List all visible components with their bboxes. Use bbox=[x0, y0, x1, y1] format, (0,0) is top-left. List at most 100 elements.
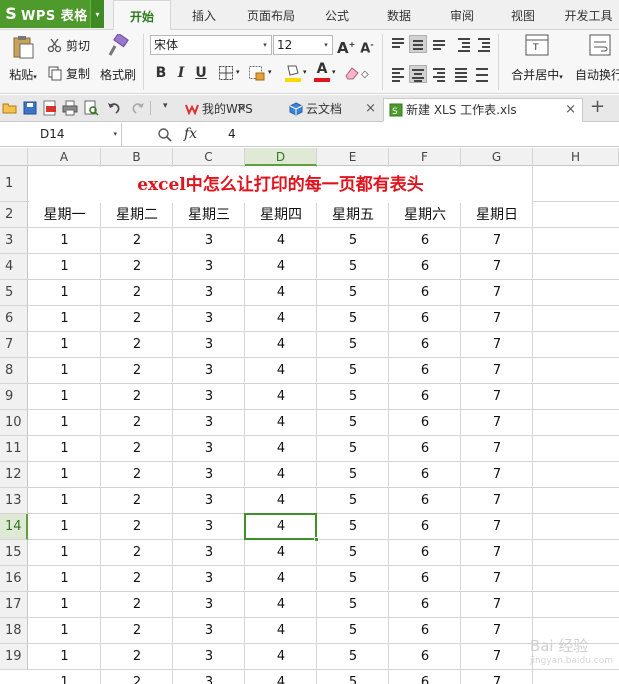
data-cell[interactable]: 2 bbox=[101, 254, 173, 280]
data-cell[interactable]: 5 bbox=[317, 228, 389, 254]
data-cell[interactable]: 4 bbox=[245, 306, 317, 332]
decrease-indent-icon[interactable] bbox=[455, 35, 473, 53]
fill-color-dropdown-icon[interactable]: ▾ bbox=[303, 68, 307, 76]
row-header-2[interactable]: 2 bbox=[0, 202, 28, 228]
data-cell[interactable]: 7 bbox=[461, 384, 533, 410]
data-cell[interactable]: 7 bbox=[461, 228, 533, 254]
data-cell[interactable]: 6 bbox=[389, 332, 461, 358]
data-cell[interactable]: 2 bbox=[101, 384, 173, 410]
new-tab-button[interactable]: + bbox=[590, 96, 605, 117]
row-header-7[interactable]: 7 bbox=[0, 332, 28, 358]
data-cell[interactable]: 3 bbox=[173, 332, 245, 358]
data-cell[interactable]: 6 bbox=[389, 488, 461, 514]
borders-dropdown-icon[interactable]: ▾ bbox=[236, 68, 240, 76]
open-folder-icon[interactable] bbox=[2, 100, 18, 116]
spreadsheet-grid[interactable]: ABCDEFGH 1 2 3 4 5 6 7 8 9 10 11 12 13 14 15 16 17 18 19 星期… bbox=[0, 148, 619, 684]
data-cell[interactable]: 6 bbox=[389, 254, 461, 280]
data-cell[interactable]: 1 bbox=[28, 514, 101, 540]
copy-button[interactable]: 复制 bbox=[47, 63, 90, 83]
select-all-corner[interactable] bbox=[0, 148, 28, 166]
data-cell[interactable]: 2 bbox=[101, 592, 173, 618]
data-cell[interactable]: 1 bbox=[28, 670, 101, 684]
column-header-e[interactable]: E bbox=[317, 148, 389, 166]
insert-function-button[interactable]: fx bbox=[184, 123, 197, 146]
data-cell[interactable]: 3 bbox=[173, 384, 245, 410]
data-cell[interactable]: 1 bbox=[28, 410, 101, 436]
font-color-icon[interactable]: A bbox=[314, 62, 330, 82]
data-cell[interactable]: 6 bbox=[389, 566, 461, 592]
data-cell[interactable]: 1 bbox=[28, 462, 101, 488]
data-cell[interactable]: 1 bbox=[28, 644, 101, 670]
doc-tab-cloud-docs[interactable]: 云文档 × bbox=[284, 98, 382, 122]
header-cell[interactable]: 星期三 bbox=[173, 202, 245, 228]
data-cell[interactable]: 2 bbox=[101, 644, 173, 670]
align-center-icon[interactable] bbox=[409, 65, 427, 83]
align-bottom-icon[interactable] bbox=[430, 35, 448, 53]
data-cell[interactable]: 3 bbox=[173, 228, 245, 254]
data-cell[interactable]: 5 bbox=[317, 436, 389, 462]
print-preview-icon[interactable] bbox=[83, 100, 99, 116]
data-cell[interactable]: 3 bbox=[173, 644, 245, 670]
active-cell-selection[interactable] bbox=[244, 513, 319, 542]
data-cell[interactable]: 7 bbox=[461, 644, 533, 670]
row-header-17[interactable]: 17 bbox=[0, 592, 28, 618]
data-cell[interactable]: 7 bbox=[461, 514, 533, 540]
data-cell[interactable]: 6 bbox=[389, 358, 461, 384]
column-header-f[interactable]: F bbox=[389, 148, 461, 166]
tab-insert[interactable]: 插入 bbox=[178, 0, 230, 29]
paste-button[interactable]: 粘贴▾ bbox=[4, 34, 42, 90]
row-header-16[interactable]: 16 bbox=[0, 566, 28, 592]
header-cell[interactable]: 星期六 bbox=[389, 202, 461, 228]
row-header-1[interactable]: 1 bbox=[0, 166, 28, 202]
wps-app-menu-button[interactable]: S WPS 表格 ▾ bbox=[0, 0, 104, 28]
data-cell[interactable]: 4 bbox=[245, 228, 317, 254]
data-cell[interactable]: 5 bbox=[317, 644, 389, 670]
data-cell[interactable]: 6 bbox=[389, 514, 461, 540]
cut-button[interactable]: 剪切 bbox=[47, 35, 90, 55]
data-cell[interactable]: 7 bbox=[461, 618, 533, 644]
data-cell[interactable]: 4 bbox=[245, 358, 317, 384]
font-size-select[interactable]: 12 ▾ bbox=[273, 35, 333, 55]
data-cell[interactable]: 5 bbox=[317, 540, 389, 566]
data-cell[interactable]: 3 bbox=[173, 436, 245, 462]
underline-button[interactable]: U bbox=[192, 64, 210, 82]
data-cell[interactable]: 4 bbox=[245, 566, 317, 592]
row-header-4[interactable]: 4 bbox=[0, 254, 28, 280]
data-cell[interactable]: 6 bbox=[389, 410, 461, 436]
data-cell[interactable]: 6 bbox=[389, 436, 461, 462]
header-cell[interactable]: 星期一 bbox=[28, 202, 101, 228]
cell-style-dropdown-icon[interactable]: ▾ bbox=[268, 68, 272, 76]
data-cell[interactable]: 2 bbox=[101, 410, 173, 436]
row-header-3[interactable]: 3 bbox=[0, 228, 28, 254]
data-cell[interactable]: 4 bbox=[245, 384, 317, 410]
data-cell[interactable]: 3 bbox=[173, 462, 245, 488]
print-icon[interactable] bbox=[62, 100, 78, 116]
data-cell[interactable]: 5 bbox=[317, 332, 389, 358]
data-cell[interactable]: 3 bbox=[173, 410, 245, 436]
data-cell[interactable]: 4 bbox=[245, 462, 317, 488]
data-cell[interactable]: 7 bbox=[461, 436, 533, 462]
data-cell[interactable]: 6 bbox=[389, 306, 461, 332]
fill-color-icon[interactable] bbox=[284, 63, 302, 83]
column-header-c[interactable]: C bbox=[173, 148, 245, 166]
data-cell[interactable]: 6 bbox=[389, 228, 461, 254]
data-cell[interactable]: 2 bbox=[101, 514, 173, 540]
tab-review[interactable]: 审阅 bbox=[438, 0, 486, 29]
data-cell[interactable]: 3 bbox=[173, 254, 245, 280]
data-cell[interactable]: 4 bbox=[245, 592, 317, 618]
data-cell[interactable]: 5 bbox=[317, 280, 389, 306]
column-header-d[interactable]: D bbox=[245, 148, 317, 166]
data-cell[interactable]: 5 bbox=[317, 410, 389, 436]
data-cell[interactable]: 5 bbox=[317, 670, 389, 684]
undo-icon[interactable] bbox=[106, 100, 122, 116]
increase-indent-icon[interactable] bbox=[475, 35, 493, 53]
data-cell[interactable]: 3 bbox=[173, 488, 245, 514]
bold-button[interactable]: B bbox=[152, 64, 170, 82]
data-cell[interactable]: 5 bbox=[317, 618, 389, 644]
row-header-14[interactable]: 14 bbox=[0, 514, 28, 540]
data-cell[interactable]: 4 bbox=[245, 332, 317, 358]
data-cell[interactable]: 2 bbox=[101, 280, 173, 306]
merge-center-dropdown-icon[interactable]: ▾ bbox=[559, 73, 563, 81]
data-cell[interactable]: 3 bbox=[173, 358, 245, 384]
column-header-g[interactable]: G bbox=[461, 148, 533, 166]
